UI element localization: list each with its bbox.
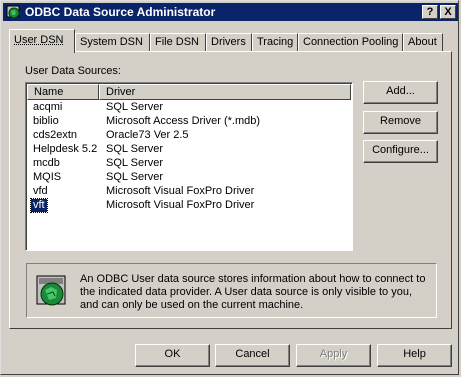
source-driver: Microsoft Visual FoxPro Driver: [106, 199, 255, 211]
close-title-button[interactable]: X: [440, 5, 456, 19]
tab-label: User DSN: [14, 34, 64, 46]
source-name: cds2extn: [33, 129, 78, 141]
help-title-button[interactable]: ?: [422, 5, 438, 19]
source-name: biblio: [33, 115, 59, 127]
help-button[interactable]: Help: [377, 344, 452, 367]
tab-label: System DSN: [80, 36, 143, 48]
source-driver: SQL Server: [106, 157, 164, 169]
title-bar[interactable]: ODBC Data Source Administrator ? X: [3, 3, 458, 21]
source-name: acqmi: [33, 101, 63, 113]
remove-button[interactable]: Remove: [363, 111, 438, 134]
configure-button-label: Configure...: [372, 144, 429, 156]
source-driver: SQL Server: [106, 171, 164, 183]
odbc-globe-icon: [6, 5, 20, 19]
source-name: MQIS: [33, 171, 62, 183]
source-driver: Microsoft Access Driver (*.mdb): [106, 115, 261, 127]
source-name: Helpdesk 5.2: [33, 143, 98, 155]
list-item[interactable]: acqmi SQL Server: [27, 101, 347, 115]
column-header-driver[interactable]: Driver: [99, 84, 351, 100]
help-button-label: Help: [403, 348, 426, 360]
window-title: ODBC Data Source Administrator: [25, 5, 216, 19]
add-button[interactable]: Add...: [363, 81, 438, 104]
tab-about[interactable]: About: [403, 33, 443, 51]
tab-label: About: [408, 36, 437, 48]
add-button-label: Add...: [386, 85, 415, 97]
tab-drivers[interactable]: Drivers: [206, 33, 252, 51]
odbc-globe-icon: [36, 275, 66, 306]
ok-button[interactable]: OK: [135, 344, 210, 367]
list-item[interactable]: Helpdesk 5.2 SQL Server: [27, 143, 347, 157]
list-item[interactable]: mcdb SQL Server: [27, 157, 347, 171]
source-name: mcdb: [33, 157, 60, 169]
info-box: An ODBC User data source stores informat…: [26, 263, 437, 318]
tab-user-dsn[interactable]: User DSN: [9, 29, 75, 53]
apply-button[interactable]: Apply: [296, 344, 371, 367]
tab-label: Connection Pooling: [303, 36, 399, 48]
ok-button-label: OK: [164, 348, 181, 360]
cancel-button-label: Cancel: [235, 348, 270, 360]
list-item[interactable]: MQIS SQL Server: [27, 171, 347, 185]
info-text: An ODBC User data source stores informat…: [80, 273, 426, 311]
list-item[interactable]: biblio Microsoft Access Driver (*.mdb): [27, 115, 347, 129]
tab-tracing[interactable]: Tracing: [252, 33, 298, 51]
list-item[interactable]: vfd Microsoft Visual FoxPro Driver: [27, 185, 347, 199]
tab-system-dsn[interactable]: System DSN: [75, 33, 150, 51]
source-driver: Oracle73 Ver 2.5: [106, 129, 189, 141]
source-driver: Microsoft Visual FoxPro Driver: [106, 185, 255, 197]
list-item-selected[interactable]: vft Microsoft Visual FoxPro Driver: [27, 198, 347, 213]
user-data-sources-label: User Data Sources:: [25, 65, 121, 77]
apply-button-label: Apply: [319, 348, 348, 360]
source-driver: SQL Server: [106, 143, 164, 155]
data-sources-list[interactable]: Name Driver acqmi SQL Server biblio Micr…: [25, 82, 353, 251]
odbc-dialog-window: ODBC Data Source Administrator ? X User …: [0, 0, 459, 375]
remove-button-label: Remove: [380, 115, 421, 127]
column-header-name[interactable]: Name: [27, 84, 99, 100]
source-name: vft: [30, 198, 48, 213]
cancel-button[interactable]: Cancel: [215, 344, 290, 367]
tab-label: Tracing: [257, 36, 294, 48]
source-name: vfd: [33, 185, 48, 197]
configure-button[interactable]: Configure...: [363, 140, 438, 163]
list-item[interactable]: cds2extn Oracle73 Ver 2.5: [27, 129, 347, 143]
tab-file-dsn[interactable]: File DSN: [150, 33, 206, 51]
tab-label: File DSN: [155, 36, 200, 48]
source-driver: SQL Server: [106, 101, 164, 113]
tab-strip: User DSN System DSN File DSN Drivers Tra…: [9, 29, 449, 53]
tab-label: Drivers: [211, 36, 246, 48]
tab-connection-pooling[interactable]: Connection Pooling: [298, 33, 403, 51]
